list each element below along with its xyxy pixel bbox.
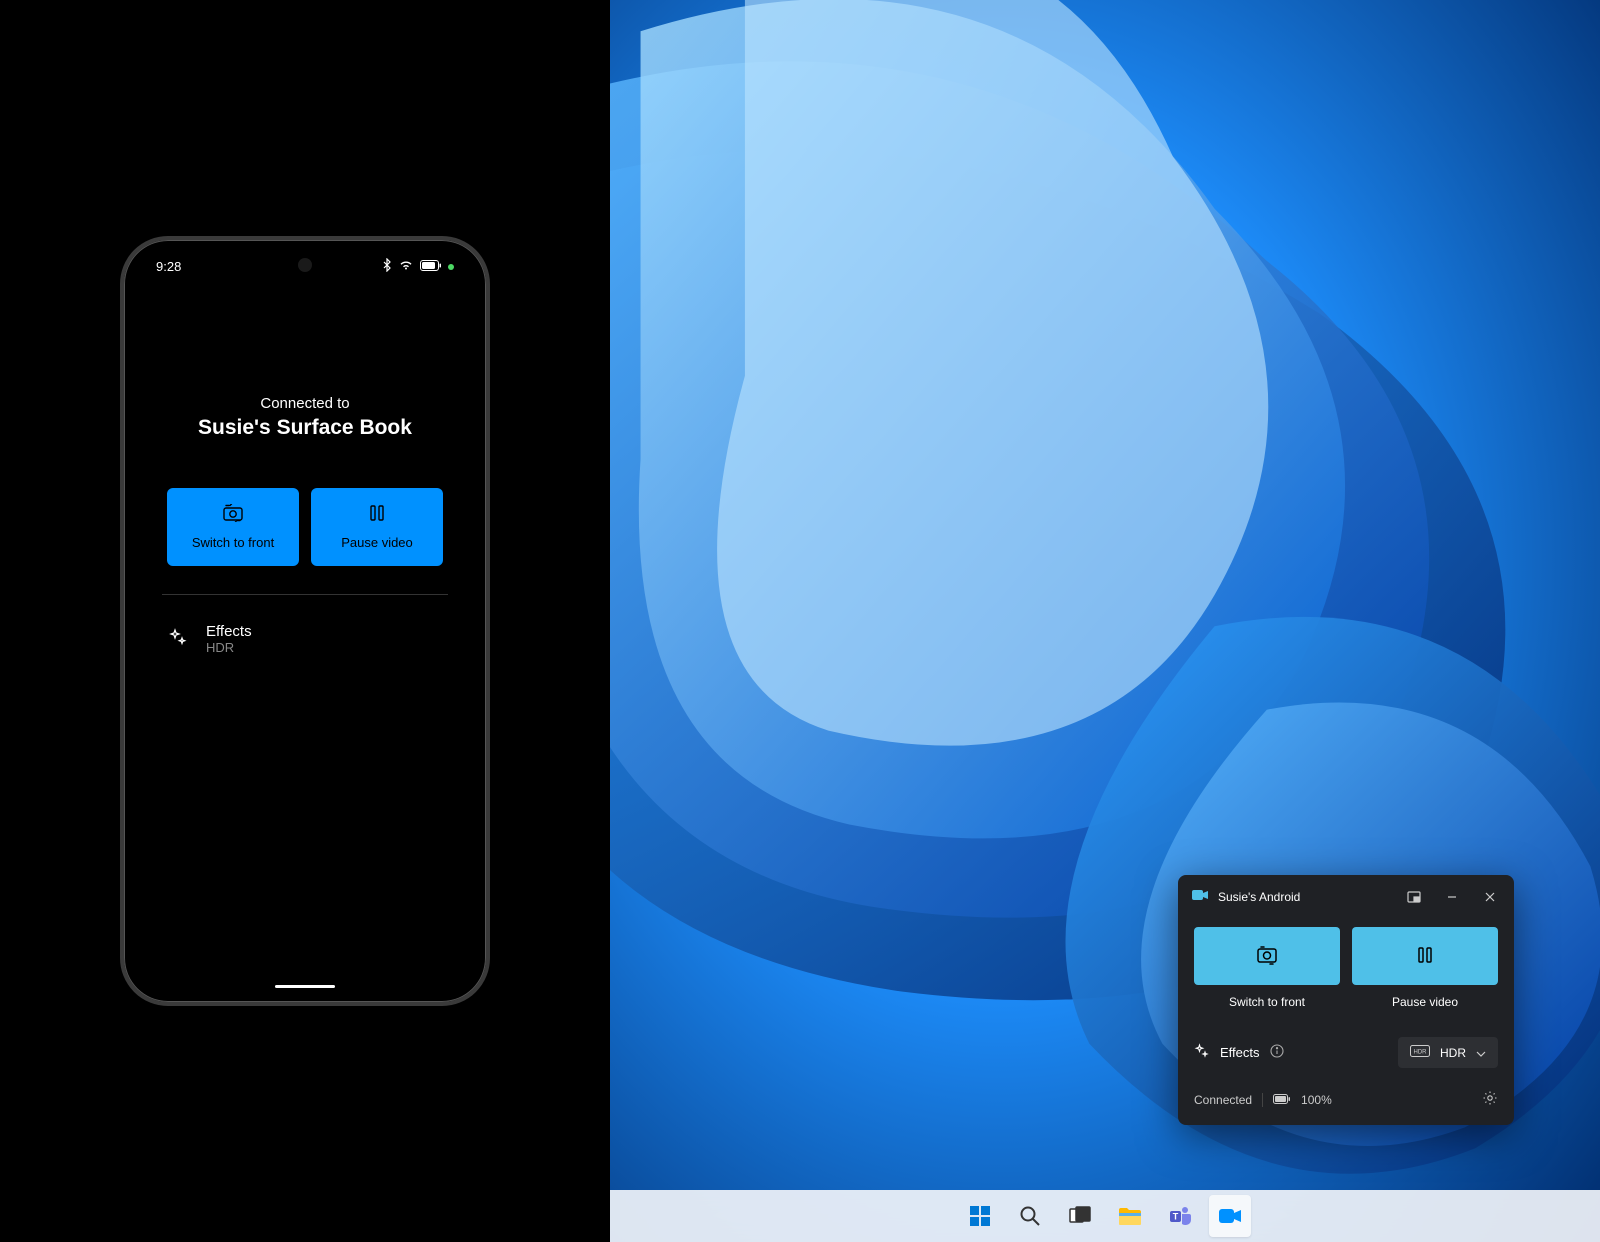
hdr-badge-icon: HDR bbox=[1410, 1045, 1430, 1060]
connection-status: Connected bbox=[1194, 1093, 1252, 1107]
widget-effects-label: Effects bbox=[1220, 1045, 1260, 1060]
picture-in-picture-button[interactable] bbox=[1400, 885, 1428, 909]
close-button[interactable] bbox=[1476, 885, 1504, 909]
divider bbox=[162, 594, 448, 595]
camera-app-button[interactable] bbox=[1209, 1195, 1251, 1237]
sparkle-icon bbox=[1194, 1043, 1210, 1062]
widget-effects-row: Effects HDR HDR bbox=[1194, 1037, 1498, 1068]
effects-text: Effects HDR bbox=[206, 623, 252, 655]
battery-percent: 100% bbox=[1301, 1093, 1332, 1107]
phone-panel: 9:28 Connected to Susie's Surface Book bbox=[0, 0, 610, 1242]
widget-switch-label: Switch to front bbox=[1229, 995, 1305, 1009]
battery-icon bbox=[1273, 1093, 1291, 1107]
recording-indicator-dot bbox=[448, 264, 454, 270]
status-time: 9:28 bbox=[156, 259, 181, 274]
widget-pause-label: Pause video bbox=[1392, 995, 1458, 1009]
widget-buttons: Switch to front Pause video bbox=[1194, 927, 1498, 1009]
windows-taskbar: T bbox=[610, 1190, 1600, 1242]
switch-camera-icon bbox=[1255, 945, 1279, 968]
footer-divider bbox=[1262, 1093, 1263, 1107]
file-explorer-button[interactable] bbox=[1109, 1195, 1151, 1237]
svg-text:T: T bbox=[1173, 1212, 1179, 1222]
sparkle-icon bbox=[168, 627, 188, 652]
phone-content: Connected to Susie's Surface Book Switch… bbox=[138, 275, 472, 655]
hdr-label: HDR bbox=[1440, 1046, 1466, 1060]
widget-pause-wrap: Pause video bbox=[1352, 927, 1498, 1009]
chevron-down-icon bbox=[1476, 1046, 1486, 1060]
connected-device-name: Susie's Surface Book bbox=[162, 416, 448, 440]
settings-button[interactable] bbox=[1482, 1090, 1498, 1109]
effects-row[interactable]: Effects HDR bbox=[162, 623, 448, 655]
camera-icon bbox=[1192, 888, 1208, 906]
widget-footer: Connected 100% bbox=[1194, 1090, 1498, 1109]
widget-title: Susie's Android bbox=[1218, 890, 1390, 904]
svg-text:HDR: HDR bbox=[1414, 1050, 1428, 1056]
teams-button[interactable]: T bbox=[1159, 1195, 1201, 1237]
effects-title: Effects bbox=[206, 623, 252, 640]
switch-camera-icon bbox=[222, 504, 244, 525]
status-icons bbox=[382, 258, 454, 275]
widget-body: Switch to front Pause video Eff bbox=[1178, 919, 1514, 1125]
minimize-button[interactable] bbox=[1438, 885, 1466, 909]
phone-action-buttons: Switch to front Pause video bbox=[162, 488, 448, 566]
task-view-button[interactable] bbox=[1059, 1195, 1101, 1237]
pause-video-button[interactable]: Pause video bbox=[311, 488, 443, 566]
effects-value: HDR bbox=[206, 640, 252, 655]
widget-switch-wrap: Switch to front bbox=[1194, 927, 1340, 1009]
pause-button-label: Pause video bbox=[341, 535, 413, 550]
switch-to-front-button[interactable]: Switch to front bbox=[167, 488, 299, 566]
battery-icon bbox=[420, 259, 442, 274]
info-icon[interactable] bbox=[1270, 1044, 1284, 1061]
start-button[interactable] bbox=[959, 1195, 1001, 1237]
pause-icon bbox=[369, 504, 385, 525]
desktop-panel: Susie's Android Switch to front bbox=[610, 0, 1600, 1242]
widget-titlebar[interactable]: Susie's Android bbox=[1178, 875, 1514, 919]
widget-pause-video-button[interactable] bbox=[1352, 927, 1498, 985]
phone-frame: 9:28 Connected to Susie's Surface Book bbox=[120, 236, 490, 1006]
phone-camera-notch bbox=[298, 258, 312, 272]
camera-widget-window: Susie's Android Switch to front bbox=[1178, 875, 1514, 1125]
search-button[interactable] bbox=[1009, 1195, 1051, 1237]
widget-effects-left: Effects bbox=[1194, 1043, 1284, 1062]
switch-button-label: Switch to front bbox=[192, 535, 274, 550]
widget-switch-to-front-button[interactable] bbox=[1194, 927, 1340, 985]
connected-to-label: Connected to bbox=[162, 395, 448, 412]
hdr-dropdown[interactable]: HDR HDR bbox=[1398, 1037, 1498, 1068]
home-indicator[interactable] bbox=[275, 985, 335, 988]
footer-left: Connected 100% bbox=[1194, 1093, 1332, 1107]
wifi-icon bbox=[398, 259, 414, 274]
bluetooth-icon bbox=[382, 258, 392, 275]
pause-icon bbox=[1416, 945, 1434, 968]
